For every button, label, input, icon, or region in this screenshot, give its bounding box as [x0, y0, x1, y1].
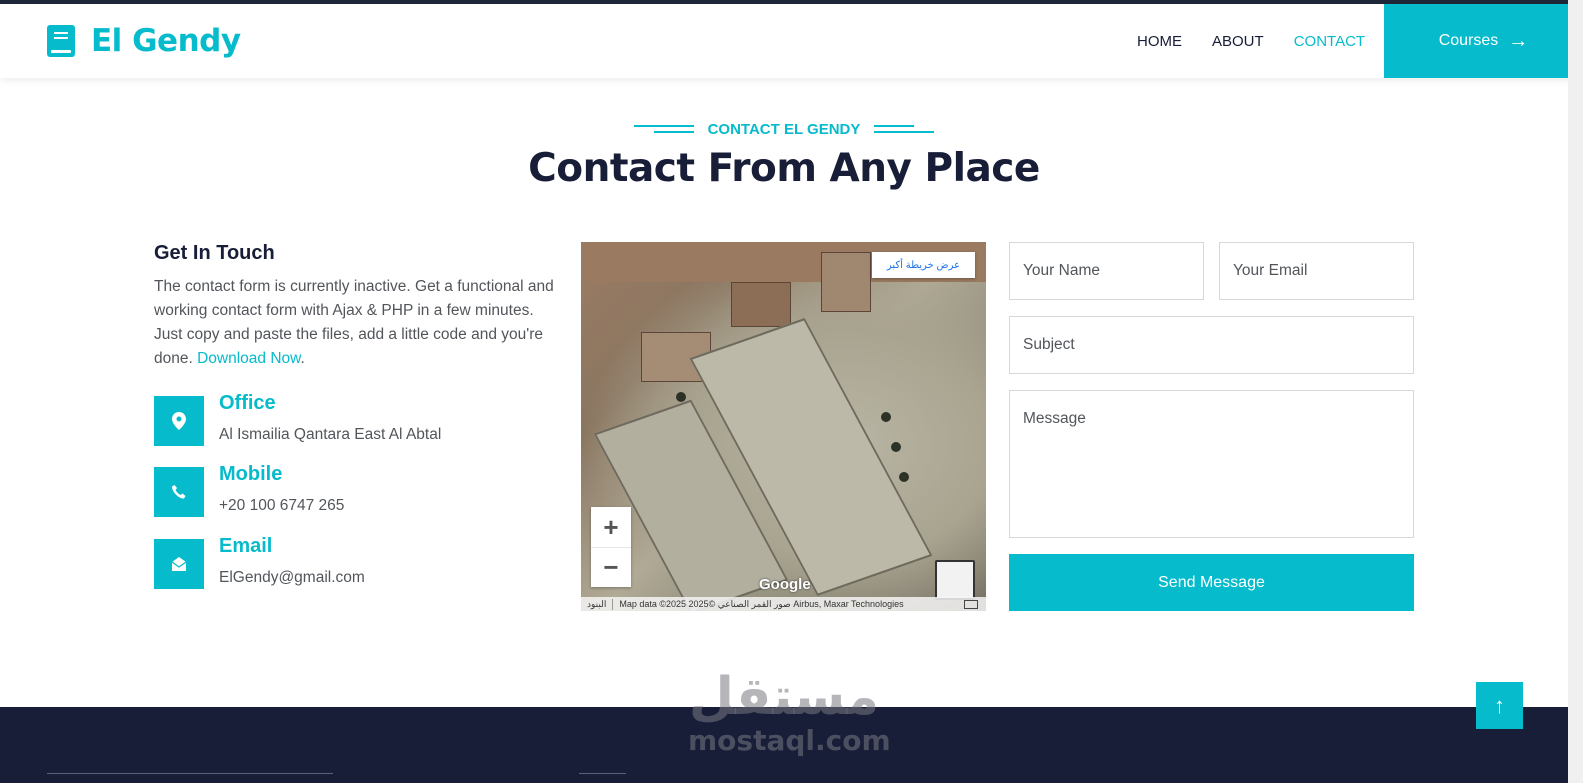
- get-in-touch-text: The contact form is currently inactive. …: [154, 275, 554, 371]
- email-title: Email: [219, 535, 273, 557]
- message-placeholder: Message: [1023, 410, 1086, 427]
- map-building: [821, 252, 871, 312]
- pegman-icon[interactable]: [935, 560, 975, 600]
- envelope-open-icon: [154, 539, 204, 589]
- courses-button[interactable]: Courses →: [1384, 4, 1583, 78]
- arrow-up-icon: ↑: [1494, 692, 1505, 718]
- footer-divider: [579, 773, 626, 774]
- get-in-touch-period: .: [300, 350, 305, 367]
- nav-about[interactable]: ABOUT: [1212, 33, 1264, 50]
- scrollbar[interactable]: [1568, 0, 1583, 783]
- name-placeholder: Your Name: [1023, 262, 1100, 279]
- map-building: [731, 282, 791, 327]
- nav-links: HOME ABOUT CONTACT: [1137, 33, 1395, 50]
- decorative-line-left: [633, 125, 694, 134]
- map-marker-icon: [154, 396, 204, 446]
- subject-placeholder: Subject: [1023, 336, 1075, 353]
- map-terms-link[interactable]: البنود: [581, 598, 614, 610]
- zoom-controls: + −: [591, 507, 631, 587]
- watermark-latin: mostaql.com: [688, 724, 891, 757]
- keyboard-icon[interactable]: [964, 599, 978, 609]
- section-title: Contact From Any Place: [528, 146, 1040, 191]
- navbar: El Gendy HOME ABOUT CONTACT Courses →: [0, 4, 1583, 78]
- name-input[interactable]: Your Name: [1009, 242, 1204, 300]
- decorative-line-right: [874, 125, 935, 134]
- map-tree: [676, 392, 686, 402]
- google-map[interactable]: عرض خريطة أكبر + − Google البنود Map dat…: [581, 242, 986, 611]
- phone-icon: [154, 467, 204, 517]
- office-address: Al Ismailia Qantara East Al Abtal: [219, 426, 442, 443]
- office-info: Office Al Ismailia Qantara East Al Abtal: [154, 392, 554, 446]
- send-message-button[interactable]: Send Message: [1009, 554, 1414, 611]
- back-to-top-button[interactable]: ↑: [1476, 682, 1523, 729]
- courses-button-label: Courses: [1438, 32, 1499, 49]
- zoom-in-button[interactable]: +: [591, 507, 631, 547]
- message-textarea[interactable]: Message: [1009, 390, 1414, 538]
- office-title: Office: [219, 392, 276, 414]
- view-larger-map-link[interactable]: عرض خريطة أكبر: [872, 252, 975, 278]
- brand-name: El Gendy: [91, 23, 241, 59]
- map-attribution: Map data ©2025 صور القمر الصناعي ©2025 A…: [619, 598, 904, 609]
- nav-contact[interactable]: CONTACT: [1294, 33, 1365, 50]
- email-input[interactable]: Your Email: [1219, 242, 1414, 300]
- map-tree: [891, 442, 901, 452]
- map-attribution-bar: البنود Map data ©2025 صور القمر الصناعي …: [581, 597, 986, 611]
- book-icon: [47, 25, 75, 57]
- watermark-arabic: مستقل: [688, 667, 880, 727]
- zoom-out-button[interactable]: −: [591, 547, 631, 587]
- arrow-right-icon: →: [1508, 29, 1529, 52]
- brand-logo[interactable]: El Gendy: [47, 23, 241, 59]
- email-placeholder: Your Email: [1233, 262, 1308, 279]
- get-in-touch-title: Get In Touch: [154, 242, 275, 264]
- watermark: مستقل mostaql.com: [688, 667, 891, 757]
- google-logo: Google: [759, 576, 811, 593]
- email-info: Email ElGendy@gmail.com: [154, 535, 554, 589]
- email-address: ElGendy@gmail.com: [219, 569, 365, 586]
- mobile-number: +20 100 6747 265: [219, 497, 345, 514]
- nav-home[interactable]: HOME: [1137, 33, 1182, 50]
- subject-input[interactable]: Subject: [1009, 316, 1414, 374]
- contact-info-column: Get In Touch The contact form is current…: [154, 242, 554, 589]
- map-tree: [881, 412, 891, 422]
- section-subtitle-text: CONTACT EL GENDY: [707, 120, 861, 138]
- download-now-link[interactable]: Download Now: [197, 350, 300, 367]
- section-subtitle: CONTACT EL GENDY: [0, 120, 1568, 138]
- map-tree: [899, 472, 909, 482]
- mobile-info: Mobile +20 100 6747 265: [154, 463, 554, 517]
- footer-divider: [47, 773, 333, 774]
- mobile-title: Mobile: [219, 463, 283, 485]
